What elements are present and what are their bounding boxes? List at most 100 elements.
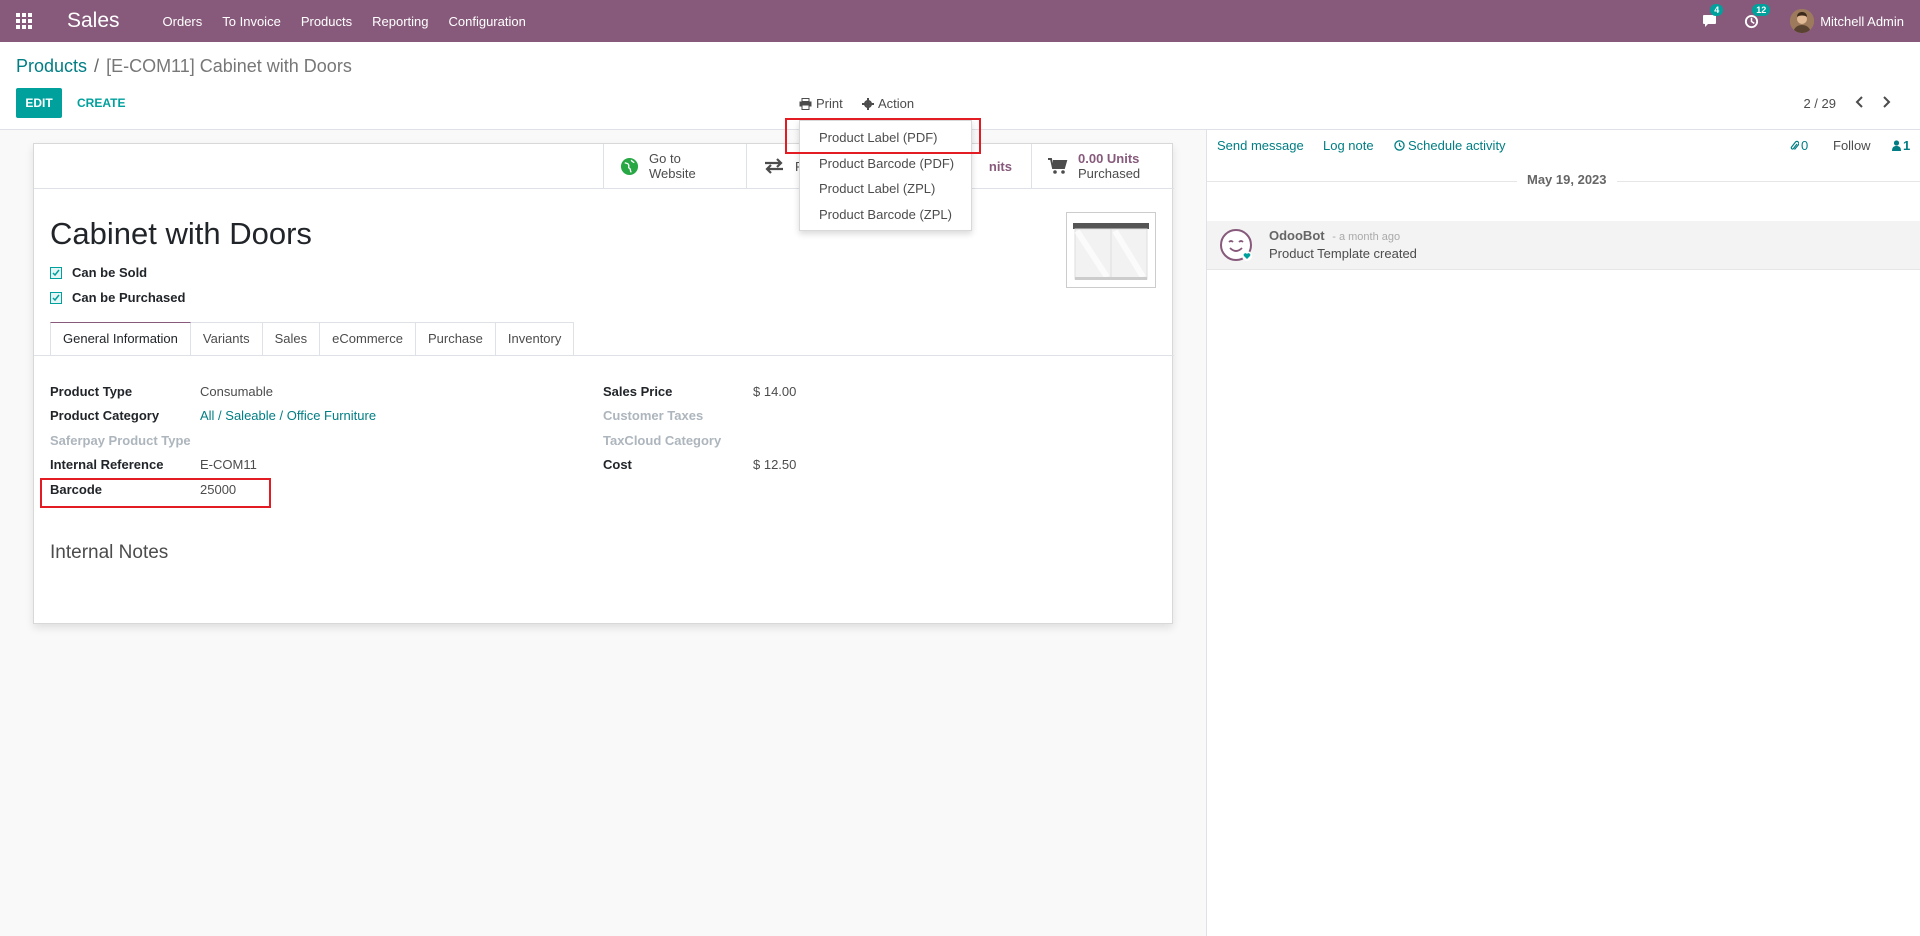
chatter-message: OdooBot - a month ago Product Template c…	[1207, 221, 1920, 270]
units-label: nits	[988, 158, 1012, 174]
tab-divider	[34, 355, 1174, 356]
date-separator-label: May 19, 2023	[1517, 172, 1617, 187]
pager-next-icon[interactable]	[1882, 96, 1892, 111]
field-label: Product Category	[50, 407, 160, 423]
field-cost: Cost $ 12.50	[603, 454, 1103, 474]
tab-inventory[interactable]: Inventory	[495, 322, 575, 356]
app-name[interactable]: Sales	[67, 9, 120, 33]
tab-general-information[interactable]: General Information	[50, 322, 191, 356]
can-be-purchased-checkbox[interactable]	[50, 291, 62, 304]
paperclip-icon	[1790, 140, 1799, 150]
can-be-sold-label: Can be Sold	[72, 265, 148, 280]
field-label: Product Type	[50, 383, 133, 399]
cart-icon	[1048, 157, 1068, 174]
activities-icon[interactable]: 12	[1742, 4, 1771, 30]
website-label-line1: Go to	[649, 151, 681, 166]
field-customer-taxes: Customer Taxes	[603, 405, 1103, 425]
internal-notes-title: Internal Notes	[50, 542, 169, 563]
top-navbar: Sales Orders To Invoice Products Reporti…	[0, 0, 1920, 42]
user-name: Mitchell Admin	[1820, 13, 1904, 29]
action-label: Action	[878, 96, 915, 111]
user-menu[interactable]: Mitchell Admin	[1790, 9, 1904, 33]
followers-button[interactable]: 1	[1892, 138, 1910, 153]
log-note-button[interactable]: Log note	[1323, 138, 1374, 153]
field-label: Cost	[603, 456, 632, 472]
messages-icon[interactable]: 4	[1700, 4, 1724, 30]
sales-price-value[interactable]: $ 14.00	[753, 384, 796, 399]
gear-icon	[862, 97, 874, 110]
can-be-purchased-label: Can be Purchased	[72, 290, 186, 305]
message-time: - a month ago	[1332, 231, 1401, 243]
follow-button[interactable]: Follow	[1833, 138, 1871, 153]
smart-button-box: Go to Website F nits 0.00 Units Purchase…	[34, 144, 1174, 189]
exchange-icon	[765, 158, 783, 174]
pager-value[interactable]: 2 / 29	[1803, 96, 1836, 111]
field-internal-reference: Internal Reference E-COM11	[50, 454, 550, 474]
apps-menu-icon[interactable]	[0, 0, 48, 42]
menu-orders[interactable]: Orders	[163, 14, 203, 29]
message-body: Product Template created	[1269, 246, 1417, 261]
chatter-panel: Send message Log note Schedule activity …	[1206, 130, 1920, 936]
breadcrumb-current: [E-COM11] Cabinet with Doors	[106, 56, 352, 76]
product-label-highlight-box	[785, 118, 981, 154]
edit-button[interactable]: EDIT	[16, 88, 62, 118]
internal-reference-value[interactable]: E-COM11	[200, 457, 257, 472]
action-button[interactable]: Action	[862, 96, 914, 111]
schedule-activity-label: Schedule activity	[1408, 138, 1506, 153]
attachments-button[interactable]: 0	[1790, 138, 1808, 153]
field-sales-price: Sales Price $ 14.00	[603, 381, 1103, 401]
product-name: Cabinet with Doors	[50, 216, 312, 251]
tab-variants[interactable]: Variants	[190, 322, 263, 356]
field-saferpay-product-type: Saferpay Product Type	[50, 430, 550, 450]
product-category-link[interactable]: All / Saleable / Office Furniture	[200, 408, 376, 423]
menu-item-product-label-zpl[interactable]: Product Label (ZPL)	[800, 176, 971, 202]
menu-item-product-barcode-zpl[interactable]: Product Barcode (ZPL)	[800, 202, 971, 228]
product-image[interactable]	[1066, 212, 1156, 288]
clock-icon	[1394, 140, 1405, 151]
go-to-website-button[interactable]: Go to Website	[603, 144, 746, 188]
tab-sales[interactable]: Sales	[262, 322, 321, 356]
product-type-value[interactable]: Consumable	[200, 384, 273, 399]
activities-badge: 12	[1752, 4, 1771, 16]
barcode-highlight-box	[40, 478, 271, 508]
menu-configuration[interactable]: Configuration	[449, 14, 526, 29]
avatar	[1790, 9, 1815, 33]
menu-reporting[interactable]: Reporting	[372, 14, 428, 29]
purchased-label: Purchased	[1078, 166, 1141, 181]
messages-badge: 4	[1710, 4, 1724, 16]
schedule-activity-button[interactable]: Schedule activity	[1394, 138, 1506, 153]
field-label: Saferpay Product Type	[50, 432, 191, 448]
breadcrumb-products[interactable]: Products	[16, 56, 87, 77]
odoobot-avatar	[1219, 228, 1253, 262]
menu-to-invoice[interactable]: To Invoice	[222, 14, 281, 29]
can-be-purchased-row: Can be Purchased	[50, 290, 185, 305]
purchased-button[interactable]: 0.00 Units Purchased	[1031, 144, 1174, 188]
send-message-button[interactable]: Send message	[1217, 138, 1304, 153]
form-tabs: General Information Variants Sales eComm…	[50, 322, 575, 356]
message-author-line: OdooBot - a month ago	[1269, 228, 1400, 243]
message-author: OdooBot	[1269, 228, 1325, 243]
create-button[interactable]: CREATE	[77, 88, 125, 118]
menu-products[interactable]: Products	[301, 14, 352, 29]
product-form-sheet: Go to Website F nits 0.00 Units Purchase…	[33, 143, 1174, 624]
cost-value[interactable]: $ 12.50	[753, 457, 796, 472]
pager-previous-icon[interactable]	[1854, 96, 1864, 111]
followers-count: 1	[1903, 138, 1911, 153]
field-taxcloud-category: TaxCloud Category	[603, 430, 1103, 450]
breadcrumb: Products / [E-COM11] Cabinet with Doors	[16, 56, 352, 77]
print-button[interactable]: Print	[799, 96, 843, 111]
field-label: TaxCloud Category	[603, 432, 722, 448]
field-product-type: Product Type Consumable	[50, 381, 550, 401]
attachments-count: 0	[1801, 138, 1809, 153]
globe-icon	[620, 157, 639, 175]
tab-purchase[interactable]: Purchase	[415, 322, 496, 356]
can-be-sold-row: Can be Sold	[50, 265, 147, 280]
tab-ecommerce[interactable]: eCommerce	[320, 322, 416, 356]
breadcrumb-separator: /	[94, 56, 100, 76]
user-icon	[1892, 140, 1901, 151]
can-be-sold-checkbox[interactable]	[50, 266, 62, 279]
website-label-line2: Website	[649, 166, 696, 181]
menu-item-product-barcode-pdf[interactable]: Product Barcode (PDF)	[800, 151, 971, 177]
printer-icon	[799, 97, 812, 110]
field-label: Internal Reference	[50, 456, 164, 472]
